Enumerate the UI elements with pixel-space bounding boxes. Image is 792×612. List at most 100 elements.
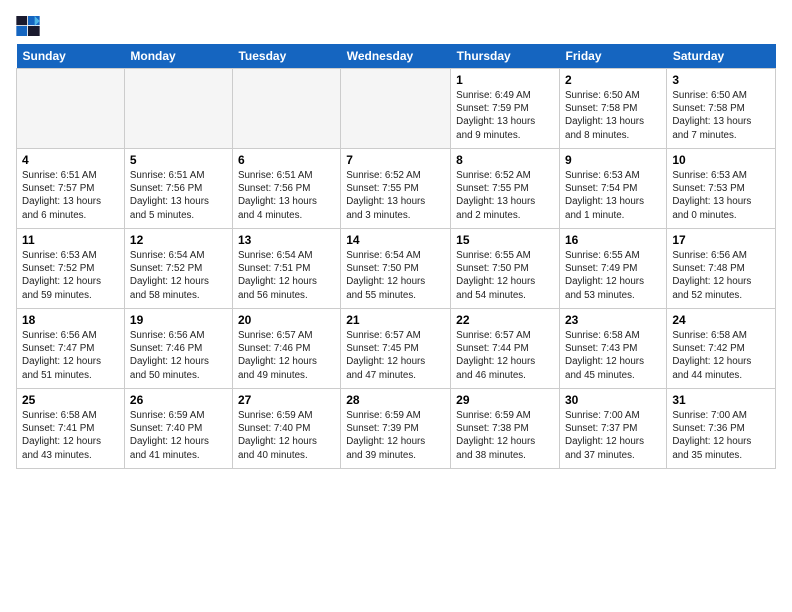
- day-info: Sunrise: 6:53 AM Sunset: 7:53 PM Dayligh…: [672, 169, 770, 222]
- day-number: 26: [130, 393, 227, 407]
- col-header-friday: Friday: [560, 44, 667, 69]
- day-info: Sunrise: 6:55 AM Sunset: 7:50 PM Dayligh…: [456, 249, 554, 302]
- calendar-cell: 1Sunrise: 6:49 AM Sunset: 7:59 PM Daylig…: [451, 69, 560, 149]
- day-number: 24: [672, 313, 770, 327]
- col-header-monday: Monday: [124, 44, 232, 69]
- calendar-cell: 21Sunrise: 6:57 AM Sunset: 7:45 PM Dayli…: [341, 309, 451, 389]
- day-info: Sunrise: 6:59 AM Sunset: 7:38 PM Dayligh…: [456, 409, 554, 462]
- day-info: Sunrise: 6:55 AM Sunset: 7:49 PM Dayligh…: [565, 249, 661, 302]
- day-number: 10: [672, 153, 770, 167]
- calendar-cell: 5Sunrise: 6:51 AM Sunset: 7:56 PM Daylig…: [124, 149, 232, 229]
- calendar-week-3: 11 Sunrise: 6:53 AM Sunset: 7:52 PM Dayli…: [17, 229, 776, 309]
- calendar-cell: 9 Sunrise: 6:53 AM Sunset: 7:54 PM Daylig…: [560, 149, 667, 229]
- calendar-cell: 16 Sunrise: 6:55 AM Sunset: 7:49 PM Dayli…: [560, 229, 667, 309]
- calendar-cell: 2 Sunrise: 6:50 AM Sunset: 7:58 PM Daylig…: [560, 69, 667, 149]
- day-number: 2: [565, 73, 661, 87]
- day-info: Sunrise: 6:54 AM Sunset: 7:52 PM Dayligh…: [130, 249, 227, 302]
- day-number: 12: [130, 233, 227, 247]
- day-info: Sunrise: 6:53 AM Sunset: 7:52 PM Dayligh…: [22, 249, 119, 302]
- calendar-cell: [232, 69, 340, 149]
- calendar-cell: 26 Sunrise: 6:59 AM Sunset: 7:40 PM Dayli…: [124, 389, 232, 469]
- day-number: 17: [672, 233, 770, 247]
- calendar-cell: 8 Sunrise: 6:52 AM Sunset: 7:55 PM Daylig…: [451, 149, 560, 229]
- calendar-cell: 11 Sunrise: 6:53 AM Sunset: 7:52 PM Dayli…: [17, 229, 125, 309]
- calendar-week-1: 1Sunrise: 6:49 AM Sunset: 7:59 PM Daylig…: [17, 69, 776, 149]
- calendar-cell: 31 Sunrise: 7:00 AM Sunset: 7:36 PM Dayli…: [667, 389, 776, 469]
- day-number: 28: [346, 393, 445, 407]
- day-number: 20: [238, 313, 335, 327]
- day-number: 31: [672, 393, 770, 407]
- day-info: Sunrise: 6:59 AM Sunset: 7:40 PM Dayligh…: [130, 409, 227, 462]
- day-info: Sunrise: 7:00 AM Sunset: 7:36 PM Dayligh…: [672, 409, 770, 462]
- day-info: Sunrise: 6:50 AM Sunset: 7:58 PM Dayligh…: [672, 89, 770, 142]
- day-info: Sunrise: 6:58 AM Sunset: 7:42 PM Dayligh…: [672, 329, 770, 382]
- day-number: 13: [238, 233, 335, 247]
- day-info: Sunrise: 6:52 AM Sunset: 7:55 PM Dayligh…: [346, 169, 445, 222]
- calendar-cell: 19Sunrise: 6:56 AM Sunset: 7:46 PM Dayli…: [124, 309, 232, 389]
- day-number: 8: [456, 153, 554, 167]
- calendar-cell: [341, 69, 451, 149]
- day-info: Sunrise: 6:57 AM Sunset: 7:44 PM Dayligh…: [456, 329, 554, 382]
- calendar-cell: 6Sunrise: 6:51 AM Sunset: 7:56 PM Daylig…: [232, 149, 340, 229]
- day-number: 16: [565, 233, 661, 247]
- calendar-cell: 14 Sunrise: 6:54 AM Sunset: 7:50 PM Dayli…: [341, 229, 451, 309]
- calendar-cell: 27Sunrise: 6:59 AM Sunset: 7:40 PM Dayli…: [232, 389, 340, 469]
- day-info: Sunrise: 6:54 AM Sunset: 7:50 PM Dayligh…: [346, 249, 445, 302]
- calendar-cell: 13Sunrise: 6:54 AM Sunset: 7:51 PM Dayli…: [232, 229, 340, 309]
- calendar-cell: 30 Sunrise: 7:00 AM Sunset: 7:37 PM Dayli…: [560, 389, 667, 469]
- calendar-cell: 10 Sunrise: 6:53 AM Sunset: 7:53 PM Dayli…: [667, 149, 776, 229]
- calendar-cell: 28 Sunrise: 6:59 AM Sunset: 7:39 PM Dayli…: [341, 389, 451, 469]
- col-header-saturday: Saturday: [667, 44, 776, 69]
- calendar-cell: 12 Sunrise: 6:54 AM Sunset: 7:52 PM Dayli…: [124, 229, 232, 309]
- day-info: Sunrise: 6:56 AM Sunset: 7:48 PM Dayligh…: [672, 249, 770, 302]
- col-header-wednesday: Wednesday: [341, 44, 451, 69]
- day-info: Sunrise: 7:00 AM Sunset: 7:37 PM Dayligh…: [565, 409, 661, 462]
- day-info: Sunrise: 6:56 AM Sunset: 7:47 PM Dayligh…: [22, 329, 119, 382]
- day-number: 25: [22, 393, 119, 407]
- day-info: Sunrise: 6:51 AM Sunset: 7:57 PM Dayligh…: [22, 169, 119, 222]
- day-number: 22: [456, 313, 554, 327]
- calendar-header-row: SundayMondayTuesdayWednesdayThursdayFrid…: [17, 44, 776, 69]
- logo-icon: [16, 16, 40, 36]
- day-number: 3: [672, 73, 770, 87]
- day-number: 27: [238, 393, 335, 407]
- col-header-sunday: Sunday: [17, 44, 125, 69]
- day-number: 23: [565, 313, 661, 327]
- day-number: 29: [456, 393, 554, 407]
- day-number: 21: [346, 313, 445, 327]
- logo: [16, 16, 44, 36]
- day-info: Sunrise: 6:57 AM Sunset: 7:46 PM Dayligh…: [238, 329, 335, 382]
- day-number: 4: [22, 153, 119, 167]
- page-header: [16, 16, 776, 36]
- calendar-cell: 20 Sunrise: 6:57 AM Sunset: 7:46 PM Dayli…: [232, 309, 340, 389]
- day-number: 7: [346, 153, 445, 167]
- day-info: Sunrise: 6:56 AM Sunset: 7:46 PM Dayligh…: [130, 329, 227, 382]
- day-info: Sunrise: 6:52 AM Sunset: 7:55 PM Dayligh…: [456, 169, 554, 222]
- day-info: Sunrise: 6:58 AM Sunset: 7:41 PM Dayligh…: [22, 409, 119, 462]
- calendar-cell: [17, 69, 125, 149]
- calendar-cell: [124, 69, 232, 149]
- calendar-cell: 18 Sunrise: 6:56 AM Sunset: 7:47 PM Dayli…: [17, 309, 125, 389]
- calendar-week-2: 4 Sunrise: 6:51 AM Sunset: 7:57 PM Daylig…: [17, 149, 776, 229]
- day-number: 1: [456, 73, 554, 87]
- day-info: Sunrise: 6:59 AM Sunset: 7:39 PM Dayligh…: [346, 409, 445, 462]
- calendar-table: SundayMondayTuesdayWednesdayThursdayFrid…: [16, 44, 776, 469]
- day-number: 30: [565, 393, 661, 407]
- calendar-week-5: 25 Sunrise: 6:58 AM Sunset: 7:41 PM Dayli…: [17, 389, 776, 469]
- calendar-cell: 29 Sunrise: 6:59 AM Sunset: 7:38 PM Dayli…: [451, 389, 560, 469]
- day-info: Sunrise: 6:58 AM Sunset: 7:43 PM Dayligh…: [565, 329, 661, 382]
- day-number: 9: [565, 153, 661, 167]
- calendar-cell: 15Sunrise: 6:55 AM Sunset: 7:50 PM Dayli…: [451, 229, 560, 309]
- day-number: 18: [22, 313, 119, 327]
- col-header-tuesday: Tuesday: [232, 44, 340, 69]
- day-number: 11: [22, 233, 119, 247]
- calendar-cell: 4 Sunrise: 6:51 AM Sunset: 7:57 PM Daylig…: [17, 149, 125, 229]
- calendar-cell: 7 Sunrise: 6:52 AM Sunset: 7:55 PM Daylig…: [341, 149, 451, 229]
- day-info: Sunrise: 6:50 AM Sunset: 7:58 PM Dayligh…: [565, 89, 661, 142]
- col-header-thursday: Thursday: [451, 44, 560, 69]
- day-number: 14: [346, 233, 445, 247]
- day-number: 6: [238, 153, 335, 167]
- calendar-cell: 3 Sunrise: 6:50 AM Sunset: 7:58 PM Daylig…: [667, 69, 776, 149]
- calendar-cell: 25 Sunrise: 6:58 AM Sunset: 7:41 PM Dayli…: [17, 389, 125, 469]
- day-info: Sunrise: 6:53 AM Sunset: 7:54 PM Dayligh…: [565, 169, 661, 222]
